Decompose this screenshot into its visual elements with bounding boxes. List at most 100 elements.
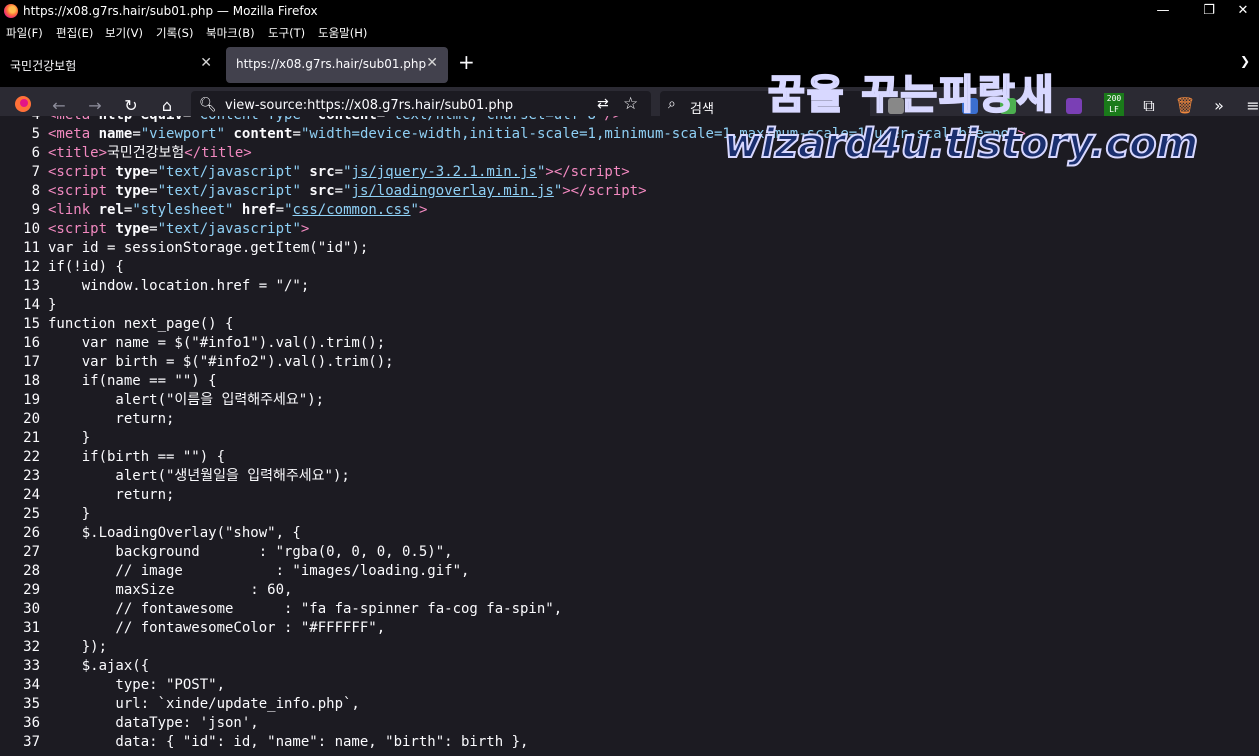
http-status-badge[interactable]: 200 LF [1104, 93, 1124, 117]
line-number: 18 [23, 373, 40, 389]
line-number: 16 [23, 335, 40, 351]
line-number: 27 [23, 544, 40, 560]
source-code-text: return; [48, 411, 175, 427]
source-code-text: maxSize : 60, [48, 582, 293, 598]
extension-icon[interactable] [1066, 98, 1082, 114]
source-code-text: } [48, 297, 57, 313]
source-code-text: <link rel="stylesheet" href="css/common.… [48, 202, 428, 218]
line-number: 32 [23, 639, 40, 655]
source-code-text: var id = sessionStorage.getItem("id"); [48, 240, 369, 256]
source-line: 24 return; [0, 486, 1259, 505]
search-icon: ⌕ [668, 96, 676, 112]
tab-view-source[interactable]: https://x08.g7rs.hair/sub01.php ✕ [226, 47, 448, 83]
line-number: 20 [23, 411, 40, 427]
translate-icon[interactable]: ⇄ [597, 96, 609, 112]
line-number: 11 [23, 240, 40, 256]
menu-view[interactable]: 보기(V) [105, 25, 143, 41]
source-line: 22 if(birth == "") { [0, 448, 1259, 467]
source-line: 33 $.ajax({ [0, 657, 1259, 676]
line-number: 36 [23, 715, 40, 731]
source-line: 12 if(!id) { [0, 258, 1259, 277]
forward-arrow-icon[interactable]: → [84, 95, 106, 117]
source-line: 37 data: { "id": id, "name": name, "birt… [0, 733, 1259, 752]
menu-edit[interactable]: 편집(E) [56, 25, 93, 41]
bookmark-star-icon[interactable]: ☆ [623, 94, 638, 114]
tab-label: https://x08.g7rs.hair/sub01.php [236, 57, 427, 71]
window-title: https://x08.g7rs.hair/sub01.php — Mozill… [23, 4, 318, 18]
source-line: 35 url: `xinde/update_info.php`, [0, 695, 1259, 714]
source-code-text: url: `xinde/update_info.php`, [48, 696, 360, 712]
source-code-text: <script type="text/javascript"> [48, 221, 310, 237]
source-line: 9 <link rel="stylesheet" href="css/common… [0, 201, 1259, 220]
source-line: 26 $.LoadingOverlay("show", { [0, 524, 1259, 543]
source-line: 14} [0, 296, 1259, 315]
reload-icon[interactable]: ↻ [120, 95, 142, 117]
firefox-view-icon[interactable] [12, 95, 34, 117]
view-source-content[interactable]: 4 <meta http-equiv="Content-Type" content… [0, 116, 1259, 756]
site-info-icon[interactable]: 🔍︎ [199, 97, 217, 113]
menu-file[interactable]: 파일(F) [6, 25, 43, 41]
line-number: 9 [31, 202, 40, 218]
line-number: 23 [23, 468, 40, 484]
source-line: 11 var id = sessionStorage.getItem("id"); [0, 239, 1259, 258]
menu-tools[interactable]: 도구(T) [268, 25, 305, 41]
source-code-text: <script type="text/javascript" src="js/l… [48, 183, 647, 199]
source-line: 18 if(name == "") { [0, 372, 1259, 391]
menu-bookmarks[interactable]: 북마크(B) [206, 25, 255, 41]
list-all-tabs-chevron-icon[interactable]: ❯ [1240, 54, 1250, 68]
source-code-text: var birth = $("#info2").val().trim(); [48, 354, 394, 370]
close-tab-icon[interactable]: ✕ [426, 55, 438, 71]
source-line: 23 alert("생년월일을 입력해주세요"); [0, 467, 1259, 486]
close-window-button[interactable]: ✕ [1220, 0, 1259, 23]
new-tab-plus-icon[interactable]: + [458, 50, 475, 74]
source-line: 32 }); [0, 638, 1259, 657]
source-line: 30 // fontawesome : "fa fa-spinner fa-co… [0, 600, 1259, 619]
source-code-text: function next_page() { [48, 316, 234, 332]
line-number: 19 [23, 392, 40, 408]
line-number: 34 [23, 677, 40, 693]
source-line: 34 type: "POST", [0, 676, 1259, 695]
line-number: 21 [23, 430, 40, 446]
line-number: 37 [23, 734, 40, 750]
source-code-text: } [48, 506, 91, 522]
source-code-text: background : "rgba(0, 0, 0, 0.5)", [48, 544, 453, 560]
source-code-text: if(name == "") { [48, 373, 217, 389]
menu-history[interactable]: 기록(S) [156, 25, 193, 41]
back-arrow-icon[interactable]: ← [48, 95, 70, 117]
source-code-text: return; [48, 487, 175, 503]
line-number: 29 [23, 582, 40, 598]
line-number: 15 [23, 316, 40, 332]
menu-bar: 파일(F) 편집(E) 보기(V) 기록(S) 북마크(B) 도구(T) 도움말… [0, 23, 1259, 43]
trash-extension-icon[interactable]: 🗑 [1174, 95, 1196, 117]
source-code-text: }); [48, 639, 108, 655]
search-placeholder: 검색 [690, 102, 714, 117]
source-line: 31 // fontawesomeColor : "#FFFFFF", [0, 619, 1259, 638]
watermark-url: wizard4u.tistory.com [723, 120, 1199, 168]
extensions-puzzle-icon[interactable]: ⧉ [1138, 95, 1160, 117]
hamburger-menu-icon[interactable]: ≡ [1242, 95, 1259, 117]
line-number: 8 [31, 183, 40, 199]
home-icon[interactable]: ⌂ [156, 95, 178, 117]
source-code-text: // fontawesome : "fa fa-spinner fa-cog f… [48, 601, 563, 617]
line-number: 17 [23, 354, 40, 370]
source-line: 16 var name = $("#info1").val().trim(); [0, 334, 1259, 353]
line-number: 22 [23, 449, 40, 465]
tab-strip: 국민건강보험 ✕ https://x08.g7rs.hair/sub01.php… [0, 43, 1259, 87]
overflow-menu-icon[interactable]: » [1208, 95, 1230, 117]
line-number: 14 [23, 297, 40, 313]
source-code-text: dataType: 'json', [48, 715, 259, 731]
minimize-button[interactable]: — [1140, 0, 1186, 23]
source-code-text: $.LoadingOverlay("show", { [48, 525, 301, 541]
url-text[interactable]: view-source:https://x08.g7rs.hair/sub01.… [225, 98, 513, 113]
menu-help[interactable]: 도움말(H) [318, 25, 367, 41]
source-line: 8 <script type="text/javascript" src="js/… [0, 182, 1259, 201]
source-code-text: data: { "id": id, "name": name, "birth":… [48, 734, 529, 750]
close-tab-icon[interactable]: ✕ [200, 55, 212, 71]
source-code-text: window.location.href = "/"; [48, 278, 310, 294]
tab-nhis[interactable]: 국민건강보험 ✕ [0, 47, 222, 83]
line-number: 13 [23, 278, 40, 294]
source-line: 29 maxSize : 60, [0, 581, 1259, 600]
watermark-title: 꿈을 꾸는파랑새 [767, 71, 1056, 119]
source-code-text: if(birth == "") { [48, 449, 226, 465]
source-line: 17 var birth = $("#info2").val().trim(); [0, 353, 1259, 372]
